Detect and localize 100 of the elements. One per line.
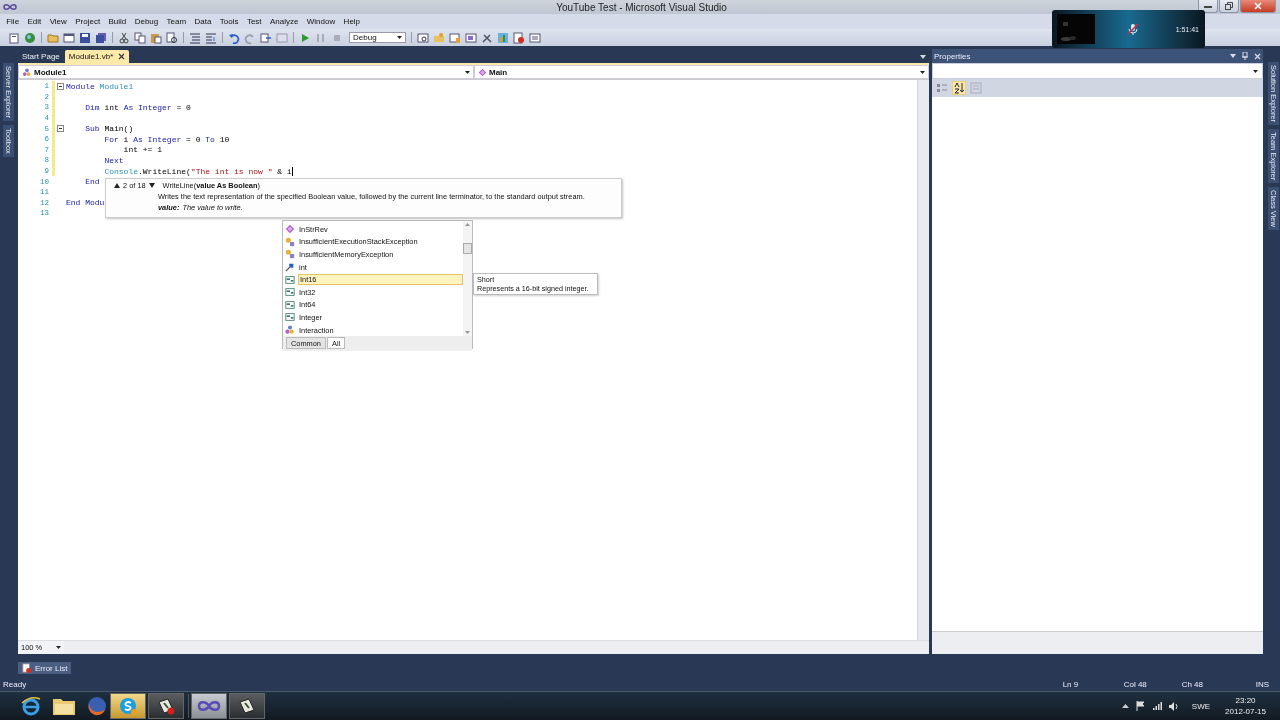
- status-message: Ready: [3, 679, 27, 689]
- structure-icon: [285, 299, 295, 310]
- structure-icon: [285, 312, 295, 323]
- down-arrow-icon[interactable]: [148, 183, 155, 188]
- up-arrow-icon[interactable]: [114, 183, 120, 188]
- document-error-icon[interactable]: [513, 31, 525, 44]
- dropdown-arrow-icon: [397, 36, 402, 39]
- menu-item[interactable]: Edit: [23, 17, 46, 26]
- flag-icon[interactable]: [1135, 701, 1146, 711]
- tool-icon: [237, 696, 257, 716]
- configuration-dropdown[interactable]: Debug: [349, 32, 406, 43]
- code-line: int += 1: [122, 145, 162, 155]
- type-dropdown[interactable]: Module1: [18, 65, 474, 79]
- document-tab[interactable]: Module1.vb*: [64, 50, 130, 63]
- horizontal-scrollbar[interactable]: [64, 641, 929, 654]
- menu-item[interactable]: Build: [104, 17, 131, 26]
- menu-item[interactable]: File: [2, 17, 24, 26]
- dropdown-arrow-icon: [56, 646, 61, 649]
- folder-icon[interactable]: [52, 696, 76, 716]
- character-indicator: Ch 48: [1181, 679, 1204, 689]
- code-line: Next: [103, 155, 124, 165]
- menu-item[interactable]: Project: [71, 17, 105, 26]
- clock[interactable]: 23:20 2012-07-15: [1225, 695, 1266, 717]
- code-line: End Modu: [66, 198, 105, 208]
- dropdown-arrow-icon: [1253, 69, 1258, 73]
- menu-item[interactable]: Test: [242, 17, 266, 26]
- minimize-button[interactable]: [1198, 0, 1218, 13]
- new-project-icon[interactable]: [8, 31, 20, 44]
- scroll-up-icon[interactable]: [465, 223, 470, 226]
- language-indicator[interactable]: SWE: [1191, 701, 1211, 711]
- muted-microphone-icon[interactable]: [1127, 23, 1139, 35]
- signal-icon[interactable]: [1152, 702, 1162, 710]
- class-icon: [285, 236, 295, 247]
- copy-icon[interactable]: [134, 31, 146, 44]
- module-icon: [285, 325, 295, 336]
- code-line: Console.WriteLine("The int is now " & i: [103, 166, 292, 176]
- paste-icon[interactable]: [150, 31, 162, 44]
- browser-icon[interactable]: [20, 695, 42, 717]
- tools-icon[interactable]: [481, 31, 493, 44]
- tool-app-icon[interactable]: [148, 693, 184, 719]
- menu-item[interactable]: Help: [339, 17, 365, 26]
- restore-icon: [1225, 2, 1233, 10]
- window-list-icon[interactable]: [529, 31, 541, 44]
- panel-title: Properties: [934, 51, 971, 61]
- globe-icon[interactable]: [24, 31, 36, 44]
- column-indicator: Col 48: [1123, 679, 1148, 689]
- structure-icon: [285, 287, 295, 298]
- method-icon: [478, 67, 487, 77]
- window-icon[interactable]: [63, 31, 75, 44]
- show-hidden-icons-icon[interactable]: [1121, 704, 1129, 708]
- lines-indent-icon[interactable]: [205, 31, 217, 44]
- tool-app-icon[interactable]: [229, 693, 265, 719]
- start-icon[interactable]: [299, 31, 311, 44]
- collapse-icon[interactable]: [57, 125, 64, 133]
- chart-window-icon[interactable]: [497, 31, 509, 44]
- navigate-icon[interactable]: [260, 31, 272, 44]
- scrollbar[interactable]: [463, 221, 472, 337]
- pin-icon[interactable]: [1242, 52, 1248, 60]
- close-icon[interactable]: [118, 53, 126, 60]
- error-list-tab[interactable]: Error List: [18, 662, 72, 674]
- undo-icon[interactable]: [228, 31, 240, 44]
- save-icon[interactable]: [79, 31, 91, 44]
- speaker-icon[interactable]: [1168, 701, 1179, 711]
- menu-item[interactable]: Data: [190, 17, 216, 26]
- document-tab[interactable]: Start Page: [18, 50, 64, 63]
- module-icon: [22, 67, 32, 77]
- properties-window-icon[interactable]: [449, 31, 461, 44]
- scissors-icon[interactable]: [118, 31, 130, 44]
- field-icon: [285, 262, 295, 273]
- tool-icon: [156, 696, 176, 716]
- menu-item[interactable]: Team: [162, 17, 191, 26]
- vertical-scrollbar[interactable]: [917, 80, 929, 640]
- menu-item[interactable]: Analyze: [265, 17, 303, 26]
- code-line: Dim int As Integer = 0: [84, 103, 191, 112]
- infinity-app-icon[interactable]: [191, 693, 227, 719]
- scroll-thumb[interactable]: [463, 243, 472, 255]
- folder-star-icon[interactable]: [433, 31, 445, 44]
- member-dropdown[interactable]: Main: [474, 65, 929, 79]
- fox-globe-icon[interactable]: [86, 695, 108, 717]
- dropdown-arrow-icon[interactable]: [1230, 54, 1236, 58]
- class-icon: [285, 249, 295, 260]
- chat-app-icon[interactable]: [110, 693, 146, 719]
- dropdown-arrow-icon[interactable]: [920, 55, 926, 59]
- code-line: For i As Integer = 0 To 10: [103, 134, 230, 144]
- menu-item[interactable]: Window: [302, 17, 340, 26]
- lines-icon[interactable]: [189, 31, 201, 44]
- collapse-icon[interactable]: [57, 82, 64, 90]
- close-button[interactable]: [1240, 0, 1276, 13]
- save-all-icon[interactable]: [95, 31, 107, 44]
- sort-alphabetical-icon[interactable]: [952, 81, 966, 95]
- line-indicator: Ln 9: [1062, 679, 1080, 689]
- menu-item[interactable]: Debug: [130, 17, 163, 26]
- restore-button[interactable]: [1219, 0, 1239, 13]
- menu-item[interactable]: Tools: [215, 17, 243, 26]
- object-browser-icon[interactable]: [465, 31, 477, 44]
- dropdown-arrow-icon: [920, 70, 925, 74]
- menu-item[interactable]: View: [45, 17, 71, 26]
- find-window-icon[interactable]: [417, 31, 429, 44]
- find-icon[interactable]: [166, 31, 178, 44]
- insert-mode-indicator: INS: [1255, 679, 1269, 689]
